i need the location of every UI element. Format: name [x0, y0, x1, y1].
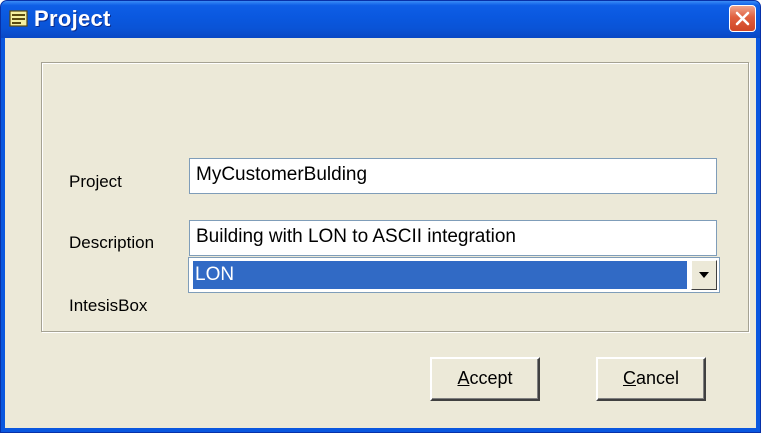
card-icon	[9, 10, 28, 27]
cancel-button[interactable]: Cancel	[596, 357, 706, 401]
accept-button[interactable]: Accept	[430, 357, 540, 401]
dialog-client-area: Project MyCustomerBulding Description Bu…	[5, 38, 756, 428]
dropdown-button[interactable]	[691, 260, 717, 290]
accept-label-rest: ccept	[469, 368, 513, 388]
description-input[interactable]: Building with LON to ASCII integration	[189, 220, 717, 256]
intesisbox-select[interactable]: LON	[188, 257, 720, 293]
accept-access-key: A	[457, 368, 470, 388]
project-label: Project	[69, 172, 122, 191]
description-label: Description	[69, 233, 155, 252]
intesisbox-selected-value: LON	[192, 260, 688, 290]
cancel-label-rest: ancel	[635, 368, 680, 388]
cancel-access-key: C	[622, 368, 636, 388]
window-title: Project	[34, 6, 111, 31]
title-bar[interactable]: Project	[1, 1, 760, 38]
intesisbox-label: IntesisBox	[69, 296, 148, 315]
project-dialog: Project Project MyCustomerBulding Descri…	[0, 0, 761, 433]
project-input[interactable]: MyCustomerBulding	[189, 158, 717, 194]
close-button[interactable]	[729, 5, 756, 32]
